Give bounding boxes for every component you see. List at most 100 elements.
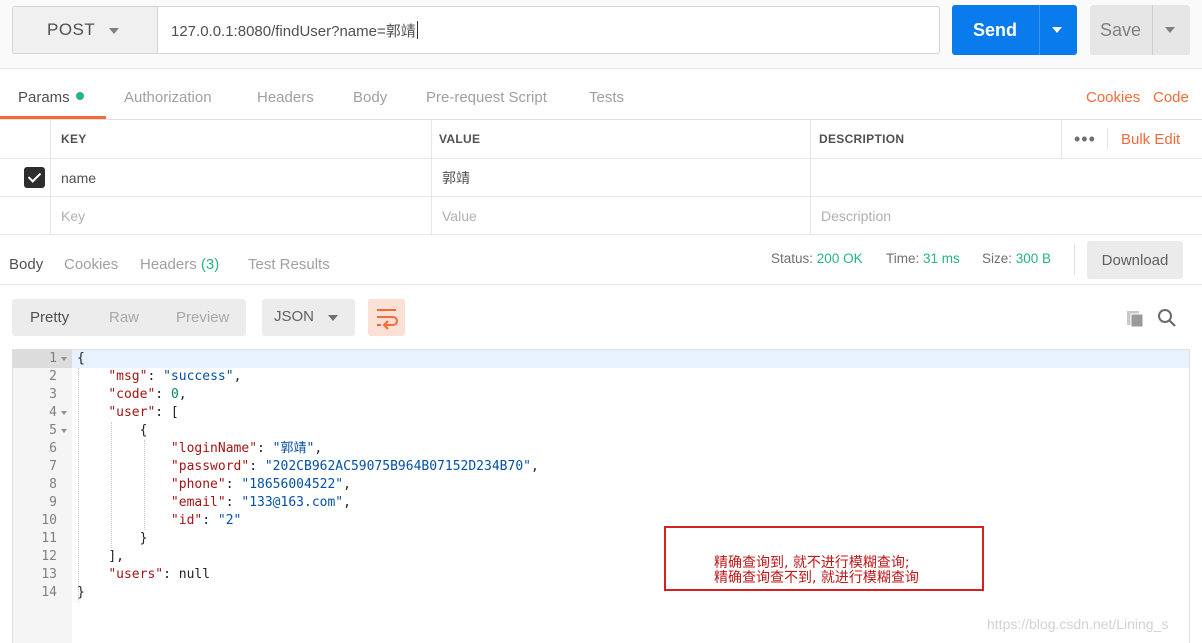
more-icon[interactable]: ••• bbox=[1074, 120, 1096, 158]
watermark: https://blog.csdn.net/Lining_s bbox=[987, 616, 1169, 632]
code-line: 12 ], bbox=[13, 548, 1189, 566]
new-description-input[interactable]: Description bbox=[811, 197, 1202, 234]
line-number: 5 bbox=[49, 423, 57, 438]
tab-tests[interactable]: Tests bbox=[589, 89, 624, 106]
tab-test-results[interactable]: Test Results bbox=[248, 256, 330, 273]
param-key-input[interactable]: name bbox=[51, 159, 432, 196]
code-token: , bbox=[343, 495, 351, 510]
new-row-checkbox-cell bbox=[0, 197, 51, 234]
fold-chevron-down-icon[interactable] bbox=[61, 429, 67, 433]
cookies-link[interactable]: Cookies bbox=[1086, 89, 1140, 106]
code-token: "success" bbox=[163, 369, 234, 384]
code-token: "users" bbox=[108, 567, 164, 582]
tab-params[interactable]: Params bbox=[18, 89, 84, 106]
code-token: : bbox=[225, 477, 242, 492]
search-icon[interactable] bbox=[1156, 307, 1178, 329]
code-token: "phone" bbox=[170, 477, 226, 492]
tab-headers[interactable]: Headers bbox=[257, 89, 314, 106]
size-value: 300 B bbox=[1015, 251, 1052, 266]
fold-chevron-down-icon[interactable] bbox=[61, 411, 67, 415]
view-raw[interactable]: Raw bbox=[109, 309, 139, 326]
code-line: 9 "email": "133@163.com", bbox=[13, 494, 1189, 512]
text-cursor bbox=[416, 21, 418, 39]
size-readout: Size: 300 B bbox=[982, 251, 1051, 266]
code-token: : [ bbox=[155, 405, 179, 420]
line-number: 10 bbox=[41, 513, 57, 528]
table-row: name 郭靖 bbox=[0, 159, 1202, 197]
view-pretty[interactable]: Pretty bbox=[30, 309, 69, 326]
code-text: "password": "202CB962AC59075B964B07152D2… bbox=[77, 458, 539, 476]
param-value-input[interactable]: 郭靖 bbox=[432, 159, 811, 196]
response-body-editor[interactable]: 1{2 "msg": "success", 3 "code": 0, 4 "user… bbox=[12, 349, 1190, 643]
request-bar: POST 127.0.0.1:8080/findUser?name=郭靖 Sen… bbox=[0, 0, 1202, 68]
format-select[interactable]: JSON bbox=[262, 299, 355, 336]
code-text: "phone": "18656004522", bbox=[77, 476, 351, 494]
tab-response-body[interactable]: Body bbox=[9, 256, 43, 273]
code-text: "user": [ bbox=[77, 404, 179, 422]
code-line: 6 "loginName": "郭靖", bbox=[13, 440, 1189, 458]
code-token: { bbox=[139, 423, 148, 438]
new-key-input[interactable]: Key bbox=[51, 197, 432, 234]
code-token: : bbox=[147, 369, 164, 384]
header-divider bbox=[1107, 128, 1108, 150]
download-button[interactable]: Download bbox=[1087, 241, 1183, 279]
code-link[interactable]: Code bbox=[1153, 89, 1189, 106]
line-number: 3 bbox=[49, 387, 57, 402]
method-select[interactable]: POST bbox=[12, 6, 158, 54]
code-token: "code" bbox=[108, 387, 156, 402]
wrap-lines-button[interactable] bbox=[368, 299, 405, 336]
row-checkbox-cell bbox=[0, 159, 51, 196]
copy-icon[interactable] bbox=[1124, 307, 1146, 329]
line-number: 6 bbox=[49, 441, 57, 456]
new-value-input[interactable]: Value bbox=[432, 197, 811, 234]
tab-body[interactable]: Body bbox=[353, 89, 387, 106]
save-button[interactable]: Save bbox=[1090, 5, 1190, 55]
send-label: Send bbox=[972, 19, 1017, 40]
code-token: , bbox=[343, 477, 351, 492]
param-description-input[interactable] bbox=[811, 159, 1202, 196]
tab-response-cookies[interactable]: Cookies bbox=[64, 256, 118, 273]
line-number: 4 bbox=[49, 405, 57, 420]
header-checkbox-cell bbox=[0, 120, 51, 158]
time-label: Time: bbox=[886, 251, 920, 266]
time-readout: Time: 31 ms bbox=[886, 251, 960, 266]
code-line: 8 "phone": "18656004522", bbox=[13, 476, 1189, 494]
code-line: 1{ bbox=[13, 350, 1189, 368]
active-tab-underline bbox=[0, 116, 106, 119]
response-tabs: Body Cookies Headers (3) Test Results St… bbox=[0, 235, 1202, 285]
annotation-line-2: 精确查询查不到, 就进行模糊查询 bbox=[714, 570, 919, 586]
save-options-chevron-down-icon[interactable] bbox=[1165, 27, 1175, 33]
tab-response-headers[interactable]: Headers (3) bbox=[140, 256, 219, 273]
code-token: { bbox=[77, 351, 85, 366]
params-active-dot-icon bbox=[75, 92, 84, 100]
annotation-box: 精确查询到, 就不进行模糊查询; 精确查询查不到, 就进行模糊查询 bbox=[664, 526, 984, 591]
url-input[interactable]: 127.0.0.1:8080/findUser?name=郭靖 bbox=[157, 6, 940, 54]
check-icon[interactable] bbox=[24, 167, 45, 188]
fold-chevron-down-icon[interactable] bbox=[61, 357, 67, 361]
tab-prerequest-script[interactable]: Pre-request Script bbox=[426, 89, 547, 106]
send-button[interactable]: Send bbox=[952, 5, 1077, 55]
request-tabs: Params Authorization Headers Body Pre-re… bbox=[0, 68, 1202, 120]
code-line: 2 "msg": "success", bbox=[13, 368, 1189, 386]
table-row-new: Key Value Description bbox=[0, 197, 1202, 235]
code-token: "id" bbox=[170, 513, 203, 528]
code-text: "id": "2" bbox=[77, 512, 241, 530]
indent-guide bbox=[78, 368, 79, 602]
tab-authorization[interactable]: Authorization bbox=[124, 89, 212, 106]
code-text: "users": null bbox=[77, 566, 210, 584]
send-options-chevron-down-icon[interactable] bbox=[1052, 27, 1062, 33]
line-number: 7 bbox=[49, 459, 57, 474]
format-label: JSON bbox=[274, 308, 315, 325]
time-value: 31 ms bbox=[923, 251, 960, 266]
code-text: "code": 0, bbox=[77, 386, 187, 404]
bulk-edit-link[interactable]: Bulk Edit bbox=[1121, 120, 1180, 158]
code-line: 3 "code": 0, bbox=[13, 386, 1189, 404]
code-text: "email": "133@163.com", bbox=[77, 494, 351, 512]
code-token: , bbox=[178, 387, 187, 402]
code-text: ], bbox=[77, 548, 124, 566]
status-label: Status: bbox=[771, 251, 814, 266]
view-preview[interactable]: Preview bbox=[176, 309, 229, 326]
code-token: : bbox=[225, 495, 242, 510]
code-token: "password" bbox=[170, 459, 250, 474]
header-value: VALUE bbox=[432, 120, 811, 158]
